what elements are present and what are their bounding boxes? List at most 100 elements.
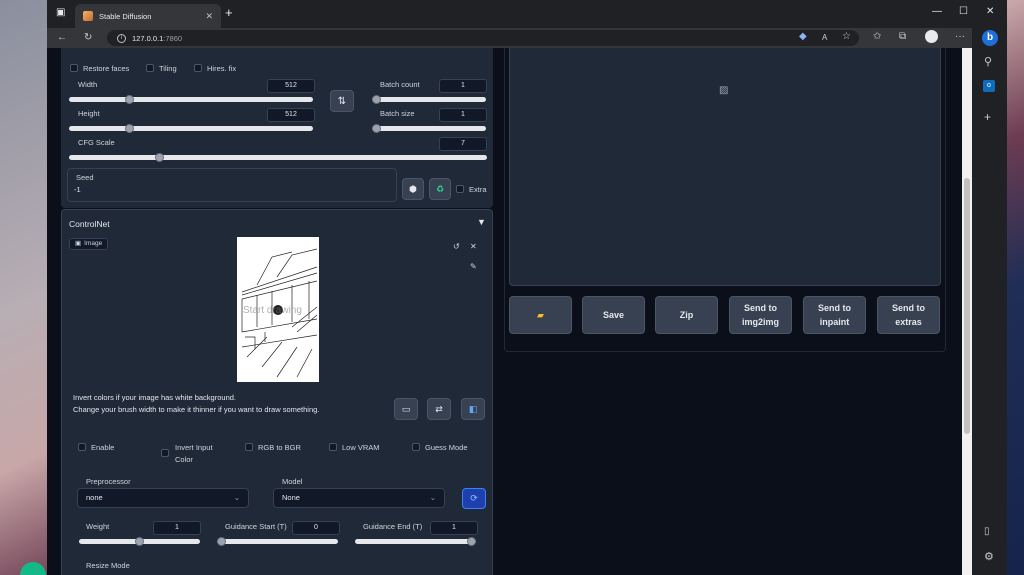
restore-faces-label: Restore faces xyxy=(83,64,130,73)
reload-icon[interactable]: ↻ xyxy=(84,32,92,43)
send-to-img2img-button[interactable]: Send to img2img xyxy=(729,296,792,334)
app-launcher-icon[interactable] xyxy=(20,562,46,575)
browser-tab[interactable]: Stable Diffusion ✕ xyxy=(75,4,221,28)
batch-size-slider-knob[interactable] xyxy=(372,124,381,133)
tiling-checkbox[interactable] xyxy=(146,64,154,72)
invert-input-checkbox[interactable] xyxy=(161,449,169,457)
profile-avatar[interactable] xyxy=(925,30,938,43)
folder-icon: ▰ xyxy=(537,310,544,320)
chevron-down-icon: ⌄ xyxy=(233,493,240,502)
start-drawing-overlay: Start drawing xyxy=(243,305,302,316)
send-to-inpaint-button[interactable]: Send to inpaint xyxy=(803,296,866,334)
weight-input[interactable]: 1 xyxy=(153,521,201,535)
batch-count-slider[interactable] xyxy=(372,95,486,104)
sidebar-toggle-icon[interactable]: ▯ xyxy=(984,526,990,537)
close-window-icon[interactable]: ✕ xyxy=(986,6,994,17)
height-slider[interactable] xyxy=(69,124,313,133)
height-input[interactable]: 512 xyxy=(267,108,315,122)
brush-icon[interactable]: ✎ xyxy=(470,262,477,271)
tab-actions-icon[interactable]: ▣ xyxy=(56,7,65,18)
guidance-end-slider[interactable] xyxy=(355,537,476,546)
guess-mode-checkbox[interactable] xyxy=(412,443,420,451)
seed-label: Seed xyxy=(76,173,94,182)
save-button[interactable]: Save xyxy=(582,296,645,334)
swap-arrows-icon: ⇅ xyxy=(337,95,347,107)
new-tab-icon[interactable]: + xyxy=(225,5,233,20)
restore-faces-checkbox[interactable] xyxy=(70,64,78,72)
cfg-scale-slider[interactable] xyxy=(69,153,487,162)
send-to-extras-button[interactable]: Send to extras xyxy=(877,296,940,334)
guidance-start-label: Guidance Start (T) xyxy=(225,522,287,531)
enable-checkbox[interactable] xyxy=(78,443,86,451)
batch-size-input[interactable]: 1 xyxy=(439,108,487,122)
open-folder-button[interactable]: ▰ xyxy=(509,296,572,334)
cfg-scale-input[interactable]: 7 xyxy=(439,137,487,151)
address-bar-row: i 127.0.0.1:7860 xyxy=(47,28,1007,48)
image-placeholder-icon: ▨ xyxy=(719,85,729,96)
guidance-start-slider[interactable] xyxy=(217,537,338,546)
hires-fix-checkbox[interactable] xyxy=(194,64,202,72)
outlook-icon[interactable]: o xyxy=(983,80,995,92)
favorites-icon[interactable]: ✩ xyxy=(873,31,881,42)
swap-dimensions-button[interactable]: ⇅ xyxy=(330,90,354,112)
favorite-star-icon[interactable]: ☆ xyxy=(842,31,851,42)
reuse-seed-button[interactable]: ♻ xyxy=(429,178,451,200)
back-icon[interactable]: ← xyxy=(57,32,67,43)
menu-dots-icon[interactable]: ··· xyxy=(955,31,965,42)
collapse-triangle-icon[interactable]: ▼ xyxy=(477,217,486,227)
batch-size-slider[interactable] xyxy=(372,124,486,133)
clear-image-icon[interactable]: ✕ xyxy=(470,242,477,251)
model-dropdown[interactable]: None ⌄ xyxy=(273,488,445,508)
add-sidebar-icon[interactable]: + xyxy=(984,110,991,124)
weight-slider-knob[interactable] xyxy=(135,537,144,546)
guidance-start-input[interactable]: 0 xyxy=(292,521,340,535)
dice-icon: ⬢ xyxy=(409,183,417,194)
undo-icon[interactable]: ↺ xyxy=(453,242,460,251)
settings-gear-icon[interactable]: ⚙ xyxy=(984,550,994,563)
close-tab-icon[interactable]: ✕ xyxy=(205,11,213,22)
guidance-start-slider-knob[interactable] xyxy=(217,537,226,546)
guidance-end-input[interactable]: 1 xyxy=(430,521,478,535)
webui-page: Restore faces Tiling Hires. fix Width 51… xyxy=(47,48,962,575)
sketch-image[interactable]: Start drawing xyxy=(237,237,319,382)
search-icon[interactable]: ⚲ xyxy=(984,55,992,68)
create-canvas-button[interactable]: ▭ xyxy=(394,398,418,420)
rgb-to-bgr-checkbox[interactable] xyxy=(245,443,253,451)
refresh-models-button[interactable]: ⟳ xyxy=(462,488,486,509)
controlnet-title[interactable]: ControlNet xyxy=(69,219,110,229)
maximize-icon[interactable]: ☐ xyxy=(959,6,968,17)
camera-icon: ◧ xyxy=(468,403,478,414)
cfg-scale-slider-knob[interactable] xyxy=(154,153,164,162)
guidance-end-label: Guidance End (T) xyxy=(363,522,423,531)
weight-slider[interactable] xyxy=(79,537,200,546)
minimize-icon[interactable]: — xyxy=(932,6,942,17)
extra-seed-checkbox[interactable] xyxy=(456,185,464,193)
guidance-end-slider-knob[interactable] xyxy=(467,537,476,546)
zip-button[interactable]: Zip xyxy=(655,296,718,334)
edge-sidebar: b ⚲ o + ▯ ⚙ xyxy=(972,28,1007,575)
preprocessor-dropdown[interactable]: none ⌄ xyxy=(77,488,249,508)
width-input[interactable]: 512 xyxy=(267,79,315,93)
read-aloud-icon[interactable]: A xyxy=(822,33,827,42)
site-info-icon[interactable]: i xyxy=(117,33,126,43)
cfg-scale-label: CFG Scale xyxy=(78,138,115,147)
seed-input[interactable]: -1 xyxy=(74,185,81,194)
collections-icon[interactable]: ⧉ xyxy=(899,31,906,42)
batch-count-input[interactable]: 1 xyxy=(439,79,487,93)
tag-icon[interactable]: ◆ xyxy=(799,31,807,42)
swap-button[interactable]: ⇄ xyxy=(427,398,451,420)
hint-invert-colors: Invert colors if your image has white ba… xyxy=(73,393,236,402)
image-icon: ▣ xyxy=(75,240,82,247)
batch-count-slider-knob[interactable] xyxy=(372,95,381,104)
invert-input-label-2: Color xyxy=(175,455,193,464)
enable-label: Enable xyxy=(91,443,115,452)
random-seed-button[interactable]: ⬢ xyxy=(402,178,424,200)
bing-icon[interactable]: b xyxy=(982,30,998,46)
favicon-icon xyxy=(83,11,93,21)
refresh-icon: ⟳ xyxy=(470,493,478,503)
scrollbar-thumb[interactable] xyxy=(964,178,970,434)
camera-button[interactable]: ◧ xyxy=(461,398,485,420)
width-slider[interactable] xyxy=(69,95,313,104)
address-bar[interactable]: i 127.0.0.1:7860 xyxy=(107,30,859,46)
low-vram-checkbox[interactable] xyxy=(329,443,337,451)
